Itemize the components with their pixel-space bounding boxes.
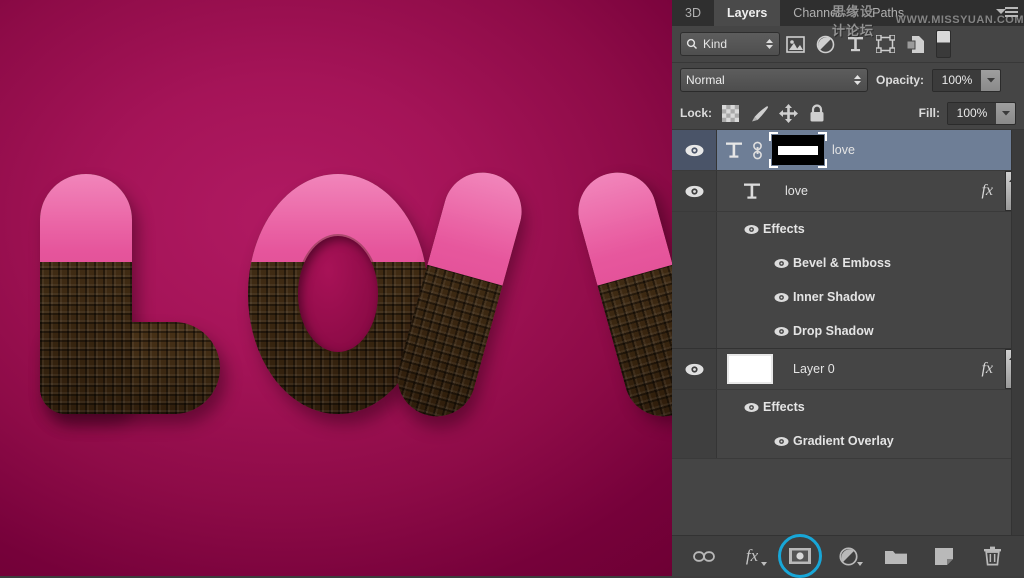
- lock-all-icon[interactable]: [806, 102, 828, 124]
- tab-3d-label: 3D: [685, 6, 701, 20]
- highlight-circle: [778, 534, 822, 578]
- filter-kind-label: Kind: [703, 37, 727, 51]
- list-item[interactable]: Inner Shadow: [672, 280, 1024, 314]
- fill-value: 100%: [948, 103, 996, 124]
- lock-transparent-pixels-icon[interactable]: [719, 102, 741, 124]
- table-row[interactable]: love fx: [672, 171, 1024, 212]
- layer-fx-badge[interactable]: fx: [981, 182, 997, 200]
- watermark-chinese: 思缘设计论坛: [832, 1, 888, 39]
- new-adjustment-layer-icon[interactable]: [834, 543, 862, 569]
- eye-icon[interactable]: [739, 224, 763, 235]
- effect-name[interactable]: Bevel & Emboss: [793, 256, 891, 270]
- effects-visibility-toggle[interactable]: [672, 390, 717, 424]
- letter-v-right-arm: [569, 164, 672, 426]
- layer-effects-group[interactable]: Effects: [672, 390, 1024, 424]
- artwork-letter-v: [450, 174, 650, 414]
- layer-thumbnail[interactable]: [727, 354, 773, 384]
- fill-label: Fill:: [919, 106, 940, 120]
- opacity-dropdown-arrow[interactable]: [981, 70, 1000, 91]
- eye-icon[interactable]: [769, 292, 793, 303]
- chevron-down-icon: [987, 77, 995, 83]
- fill-field[interactable]: 100%: [947, 102, 1016, 125]
- tab-layers-label: Layers: [727, 6, 767, 20]
- effect-name[interactable]: Gradient Overlay: [793, 434, 894, 448]
- lock-row: Lock: Fill: 100%: [672, 97, 1024, 130]
- eye-icon: [685, 363, 704, 376]
- add-layer-style-icon[interactable]: fx: [738, 543, 766, 569]
- search-icon: [686, 38, 698, 50]
- updown-arrows-icon: [765, 37, 774, 51]
- effect-name[interactable]: Inner Shadow: [793, 290, 875, 304]
- layer-visibility-toggle[interactable]: [672, 171, 717, 211]
- link-layers-icon[interactable]: [751, 141, 764, 160]
- link-layers-icon[interactable]: [690, 543, 718, 569]
- document-canvas[interactable]: [0, 0, 672, 576]
- effect-eye-spacer: [672, 246, 717, 280]
- opacity-value: 100%: [933, 70, 981, 91]
- effect-name[interactable]: Drop Shadow: [793, 324, 874, 338]
- layer-name[interactable]: Layer 0: [793, 362, 835, 376]
- letter-o-counter: [298, 236, 378, 352]
- new-group-icon[interactable]: [882, 543, 910, 569]
- layer-visibility-toggle[interactable]: [672, 349, 717, 389]
- add-layer-mask-icon[interactable]: [786, 543, 814, 569]
- layer-fx-badge[interactable]: fx: [981, 360, 997, 378]
- opacity-label: Opacity:: [876, 73, 924, 87]
- opacity-field[interactable]: 100%: [932, 69, 1001, 92]
- lock-position-icon[interactable]: [777, 102, 799, 124]
- eye-icon[interactable]: [769, 436, 793, 447]
- panel-menu-icon[interactable]: [996, 6, 1018, 20]
- blend-mode-row: Normal Opacity: 100%: [672, 63, 1024, 97]
- filter-kind-select[interactable]: Kind: [680, 32, 780, 56]
- table-row[interactable]: love: [672, 130, 1024, 171]
- panel-tab-bar: 3D Layers Channels Paths 思缘设计论坛 WWW.MISS…: [672, 0, 1024, 26]
- list-item[interactable]: Gradient Overlay: [672, 424, 1024, 459]
- blend-mode-select[interactable]: Normal: [680, 68, 868, 92]
- layer-name[interactable]: love: [832, 143, 855, 157]
- filter-pixel-layers-icon[interactable]: [780, 31, 810, 57]
- effects-label: Effects: [763, 222, 805, 236]
- layer-effects-group[interactable]: Effects: [672, 212, 1024, 246]
- updown-arrows-icon: [853, 73, 862, 87]
- delete-layer-icon[interactable]: [978, 543, 1006, 569]
- lock-label: Lock:: [680, 106, 712, 120]
- layers-panel: 3D Layers Channels Paths 思缘设计论坛 WWW.MISS…: [672, 0, 1024, 576]
- effect-eye-spacer: [672, 314, 717, 348]
- blend-mode-value: Normal: [686, 73, 725, 87]
- effect-eye-spacer: [672, 280, 717, 314]
- fill-dropdown-arrow[interactable]: [996, 103, 1015, 124]
- list-item[interactable]: Drop Shadow: [672, 314, 1024, 348]
- effects-visibility-toggle[interactable]: [672, 212, 717, 246]
- eye-icon[interactable]: [739, 402, 763, 413]
- list-item[interactable]: Bevel & Emboss: [672, 246, 1024, 280]
- layer-mask-thumbnail[interactable]: [772, 135, 824, 165]
- artwork-letter-l: [40, 174, 220, 414]
- eye-icon: [685, 185, 704, 198]
- effect-eye-spacer: [672, 424, 717, 458]
- letter-l-stem-overlay: [40, 174, 132, 414]
- lock-image-pixels-icon[interactable]: [748, 102, 770, 124]
- type-layer-icon: [743, 182, 761, 201]
- layers-panel-toolbar: fx: [672, 535, 1024, 576]
- tab-3d[interactable]: 3D: [672, 0, 714, 26]
- layer-list[interactable]: love love fx: [672, 130, 1024, 535]
- chevron-down-icon: [1002, 110, 1010, 116]
- eye-icon[interactable]: [769, 326, 793, 337]
- tab-layers[interactable]: Layers: [714, 0, 780, 26]
- layer-list-scrollbar[interactable]: [1011, 130, 1024, 535]
- eye-icon: [685, 144, 704, 157]
- layer-name[interactable]: love: [785, 184, 808, 198]
- new-layer-icon[interactable]: [930, 543, 958, 569]
- type-layer-icon: [725, 141, 743, 160]
- eye-icon[interactable]: [769, 258, 793, 269]
- table-row[interactable]: Layer 0 fx: [672, 348, 1024, 390]
- photoshop-window: 3D Layers Channels Paths 思缘设计论坛 WWW.MISS…: [0, 0, 1024, 576]
- effects-label: Effects: [763, 400, 805, 414]
- layer-visibility-toggle[interactable]: [672, 130, 717, 170]
